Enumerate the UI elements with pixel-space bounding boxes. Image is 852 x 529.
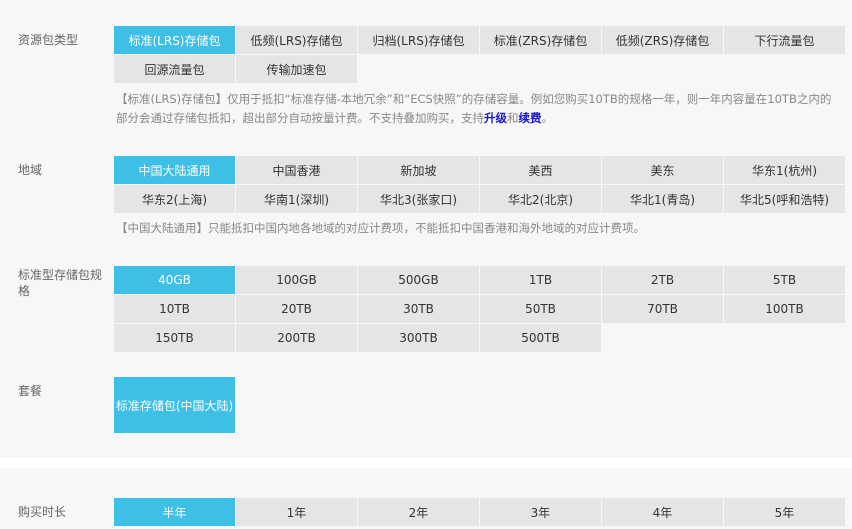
spec-options: 40GB 100GB 500GB 1TB 2TB 5TB 10TB 20TB 3… [114, 266, 845, 352]
note-end: 。 [541, 111, 554, 125]
duration-half-year[interactable]: 半年 [114, 498, 235, 526]
duration-2-year[interactable]: 2年 [358, 498, 479, 526]
region-hongkong[interactable]: 中国香港 [236, 156, 357, 184]
package-type-note: 【标准(LRS)存储包】仅用于抵扣“标准存储-本地冗余”和“ECS快照”的存储容… [116, 90, 842, 128]
note-and: 和 [507, 111, 519, 125]
option-origin-traffic[interactable]: 回源流量包 [114, 55, 235, 83]
option-ia-zrs[interactable]: 低频(ZRS)存储包 [602, 26, 723, 54]
duration-label: 购买时长 [18, 505, 67, 519]
upgrade-link[interactable]: 升级 [484, 111, 507, 125]
option-ia-lrs[interactable]: 低频(LRS)存储包 [236, 26, 357, 54]
package-type-options: 标准(LRS)存储包 低频(LRS)存储包 归档(LRS)存储包 标准(ZRS)… [114, 26, 845, 83]
region-note: 【中国大陆通用】只能抵扣中国内地各地域的对应计费项，不能抵扣中国香港和海外地域的… [116, 221, 645, 235]
duration-5-year[interactable]: 5年 [724, 498, 845, 526]
spec-option[interactable]: 5TB [724, 266, 845, 294]
spec-option[interactable]: 30TB [358, 295, 479, 323]
duration-1-year[interactable]: 1年 [236, 498, 357, 526]
region-us-east[interactable]: 美东 [602, 156, 723, 184]
spec-option[interactable]: 1TB [480, 266, 601, 294]
package-option-standard-mainland[interactable]: 标准存储包(中国大陆) [114, 377, 235, 433]
region-us-west[interactable]: 美西 [480, 156, 601, 184]
duration-3-year[interactable]: 3年 [480, 498, 601, 526]
option-transfer-acceleration[interactable]: 传输加速包 [236, 55, 357, 83]
region-shanghai[interactable]: 华东2(上海) [114, 185, 235, 213]
region-huhehaote[interactable]: 华北5(呼和浩特) [724, 185, 845, 213]
renew-link[interactable]: 续费 [519, 111, 542, 125]
region-singapore[interactable]: 新加坡 [358, 156, 479, 184]
package-label: 套餐 [18, 384, 43, 398]
package-type-label: 资源包类型 [18, 33, 79, 47]
spec-option[interactable]: 10TB [114, 295, 235, 323]
region-label: 地域 [18, 163, 43, 177]
option-archive-lrs[interactable]: 归档(LRS)存储包 [358, 26, 479, 54]
option-standard-lrs[interactable]: 标准(LRS)存储包 [114, 26, 235, 54]
spec-option[interactable]: 70TB [602, 295, 723, 323]
duration-4-year[interactable]: 4年 [602, 498, 723, 526]
spec-option[interactable]: 500TB [480, 324, 601, 352]
region-beijing[interactable]: 华北2(北京) [480, 185, 601, 213]
duration-options: 半年 1年 2年 3年 4年 5年 [114, 498, 845, 526]
region-mainland-china[interactable]: 中国大陆通用 [114, 156, 235, 184]
spec-option[interactable]: 100TB [724, 295, 845, 323]
region-zhangjiakou[interactable]: 华北3(张家口) [358, 185, 479, 213]
spec-option[interactable]: 50TB [480, 295, 601, 323]
spec-option[interactable]: 100GB [236, 266, 357, 294]
region-hangzhou[interactable]: 华东1(杭州) [724, 156, 845, 184]
region-qingdao[interactable]: 华北1(青岛) [602, 185, 723, 213]
spec-option[interactable]: 500GB [358, 266, 479, 294]
spec-option[interactable]: 20TB [236, 295, 357, 323]
spec-option[interactable]: 40GB [114, 266, 235, 294]
section-divider [0, 458, 852, 468]
spec-label: 标准型存储包规格 [18, 268, 103, 298]
region-shenzhen[interactable]: 华南1(深圳) [236, 185, 357, 213]
spec-option[interactable]: 300TB [358, 324, 479, 352]
option-outbound-traffic[interactable]: 下行流量包 [724, 26, 845, 54]
note-text: 【标准(LRS)存储包】仅用于抵扣“标准存储-本地冗余”和“ECS快照”的存储容… [116, 92, 832, 125]
spec-option[interactable]: 200TB [236, 324, 357, 352]
spec-option[interactable]: 150TB [114, 324, 235, 352]
option-standard-zrs[interactable]: 标准(ZRS)存储包 [480, 26, 601, 54]
spec-option[interactable]: 2TB [602, 266, 723, 294]
region-options: 中国大陆通用 中国香港 新加坡 美西 美东 华东1(杭州) 华东2(上海) 华南… [114, 156, 845, 213]
